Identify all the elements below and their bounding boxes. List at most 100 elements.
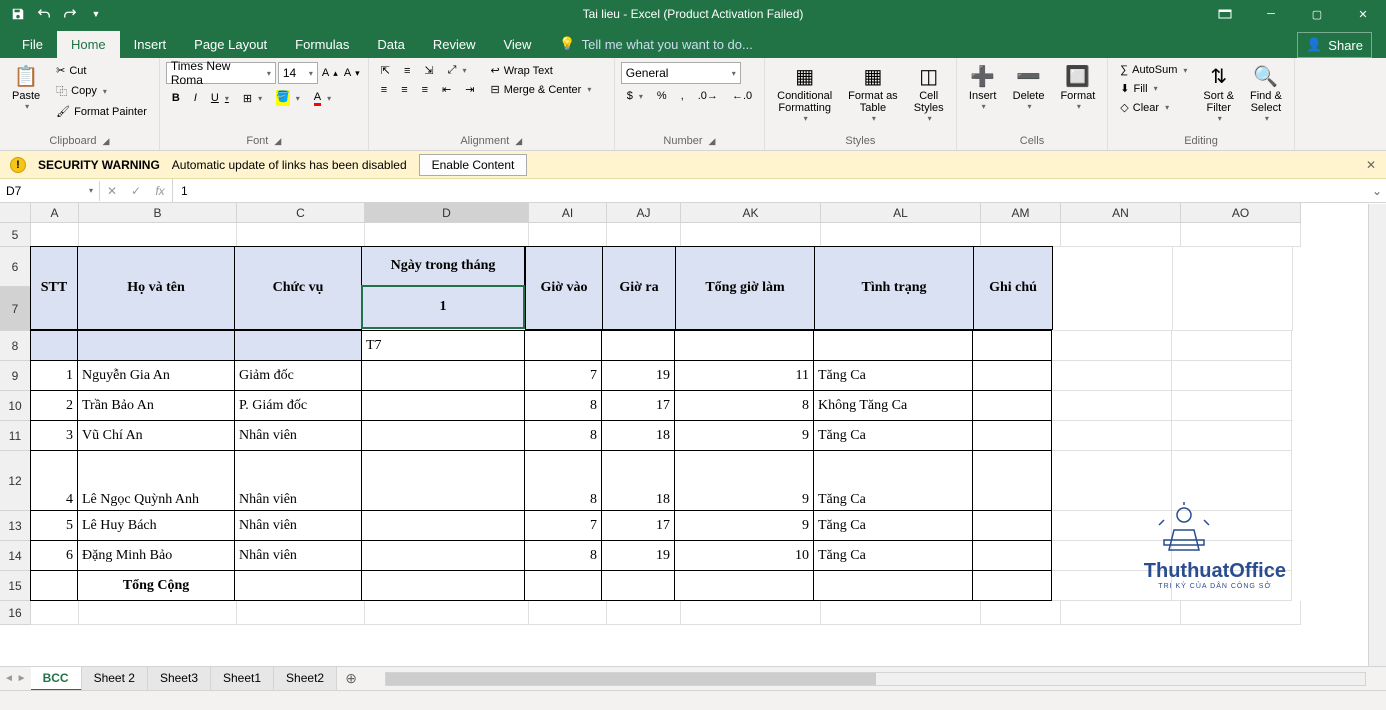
cell-total[interactable]: 10 <box>674 540 814 571</box>
tell-me-search[interactable]: 💡Tell me what you want to do... <box>545 30 766 58</box>
col-header-AI[interactable]: AI <box>529 203 607 223</box>
cell[interactable] <box>529 601 607 625</box>
row-header-13[interactable]: 13 <box>0 511 31 541</box>
th-status[interactable]: Tình trạng <box>814 246 974 330</box>
cell-stt[interactable]: 6 <box>30 540 78 571</box>
cell[interactable] <box>30 330 78 361</box>
align-top-button[interactable]: ⇱ <box>375 62 396 79</box>
grow-font-button[interactable]: A▴ <box>320 65 340 81</box>
cell-t7[interactable]: T7 <box>361 330 525 361</box>
cell[interactable] <box>365 601 529 625</box>
decrease-indent-button[interactable]: ⇤ <box>436 81 457 98</box>
th-note[interactable]: Ghi chú <box>973 246 1053 330</box>
tab-page-layout[interactable]: Page Layout <box>180 31 281 58</box>
cell-name[interactable]: Lê Huy Bách <box>77 510 235 541</box>
align-center-button[interactable]: ≡ <box>395 82 413 98</box>
redo-icon[interactable] <box>58 2 82 26</box>
minimize-button[interactable]: ─ <box>1248 0 1294 28</box>
cell[interactable] <box>1181 601 1301 625</box>
cell-role[interactable]: Nhân viên <box>234 450 362 511</box>
file-tab[interactable]: File <box>8 31 57 58</box>
conditional-formatting-button[interactable]: ▦Conditional Formatting▾ <box>771 62 838 125</box>
cell[interactable] <box>31 601 79 625</box>
autosum-button[interactable]: ∑AutoSum▾ <box>1114 62 1193 78</box>
row-header-7[interactable]: 7 <box>0 287 31 331</box>
select-all-corner[interactable] <box>0 203 31 223</box>
cell[interactable] <box>674 570 814 601</box>
find-select-button[interactable]: 🔍Find & Select▾ <box>1244 62 1288 125</box>
cell-role[interactable]: Nhân viên <box>234 420 362 451</box>
th-in[interactable]: Giờ vào <box>525 246 603 330</box>
cell-total[interactable]: 9 <box>674 510 814 541</box>
cell-in[interactable]: 8 <box>524 540 602 571</box>
formula-input[interactable]: 1 <box>173 181 1368 201</box>
cell-total[interactable]: 9 <box>674 450 814 511</box>
cell[interactable] <box>601 330 675 361</box>
row-header-10[interactable]: 10 <box>0 391 31 421</box>
cell[interactable] <box>981 223 1061 247</box>
cell[interactable] <box>79 223 237 247</box>
cell-stt[interactable]: 2 <box>30 390 78 421</box>
paste-button[interactable]: 📋Paste▾ <box>6 62 46 113</box>
cell[interactable] <box>607 601 681 625</box>
cell[interactable] <box>681 223 821 247</box>
cell-total[interactable]: 9 <box>674 420 814 451</box>
cell[interactable] <box>1061 223 1181 247</box>
row-header-5[interactable]: 5 <box>0 223 31 247</box>
bold-button[interactable]: B <box>166 90 186 106</box>
cell-in[interactable]: 8 <box>524 420 602 451</box>
cell[interactable] <box>674 330 814 361</box>
cell[interactable] <box>972 510 1052 541</box>
cell-total-label[interactable]: Tổng Cộng <box>77 570 235 601</box>
cell-out[interactable]: 19 <box>601 540 675 571</box>
format-button[interactable]: 🔲Format▾ <box>1054 62 1101 113</box>
sheet-nav[interactable]: ◄ ► <box>0 673 31 684</box>
comma-button[interactable]: , <box>675 88 690 104</box>
fill-color-button[interactable]: 🪣▾ <box>270 88 306 108</box>
col-header-AK[interactable]: AK <box>681 203 821 223</box>
row-header-12[interactable]: 12 <box>0 451 31 511</box>
cell[interactable] <box>821 223 981 247</box>
cell-name[interactable]: Lê Ngọc Quỳnh Anh <box>77 450 235 511</box>
sheet-tab[interactable]: Sheet1 <box>211 667 274 691</box>
cell[interactable] <box>601 570 675 601</box>
cell[interactable] <box>361 510 525 541</box>
ribbon-options-icon[interactable] <box>1202 0 1248 28</box>
cell-out[interactable]: 18 <box>601 450 675 511</box>
cell[interactable] <box>972 360 1052 391</box>
cell-out[interactable]: 19 <box>601 360 675 391</box>
align-left-button[interactable]: ≡ <box>375 82 393 98</box>
cell[interactable] <box>1173 247 1293 331</box>
tab-home[interactable]: Home <box>57 31 120 58</box>
cell-role[interactable]: Giảm đốc <box>234 360 362 391</box>
save-icon[interactable] <box>6 2 30 26</box>
enable-content-button[interactable]: Enable Content <box>419 154 528 176</box>
clipboard-launcher[interactable]: ◢ <box>103 136 110 147</box>
shrink-font-button[interactable]: A▾ <box>342 65 362 81</box>
cell[interactable] <box>813 570 973 601</box>
cell[interactable] <box>972 540 1052 571</box>
cell[interactable] <box>981 601 1061 625</box>
qat-customize-icon[interactable]: ▼ <box>84 2 108 26</box>
cell-status[interactable]: Tăng Ca <box>813 360 973 391</box>
cell[interactable] <box>31 223 79 247</box>
align-right-button[interactable]: ≡ <box>416 82 434 98</box>
increase-decimal-button[interactable]: .0→ <box>692 88 724 104</box>
cell[interactable] <box>1052 361 1172 391</box>
col-header-AM[interactable]: AM <box>981 203 1061 223</box>
align-bottom-button[interactable]: ⇲ <box>418 62 439 79</box>
tab-review[interactable]: Review <box>419 31 490 58</box>
tab-view[interactable]: View <box>489 31 545 58</box>
italic-button[interactable]: I <box>188 90 203 106</box>
cell-stt[interactable]: 1 <box>30 360 78 391</box>
row-header-15[interactable]: 15 <box>0 571 31 601</box>
cell[interactable] <box>1172 391 1292 421</box>
alignment-launcher[interactable]: ◢ <box>515 136 522 147</box>
share-button[interactable]: 👤Share <box>1297 32 1372 58</box>
border-button[interactable]: ⊞▾ <box>237 90 268 107</box>
cell-status[interactable]: Tăng Ca <box>813 540 973 571</box>
decrease-decimal-button[interactable]: ←.0 <box>726 88 758 104</box>
cell[interactable] <box>1052 331 1172 361</box>
undo-icon[interactable] <box>32 2 56 26</box>
underline-button[interactable]: U▾ <box>205 90 235 106</box>
